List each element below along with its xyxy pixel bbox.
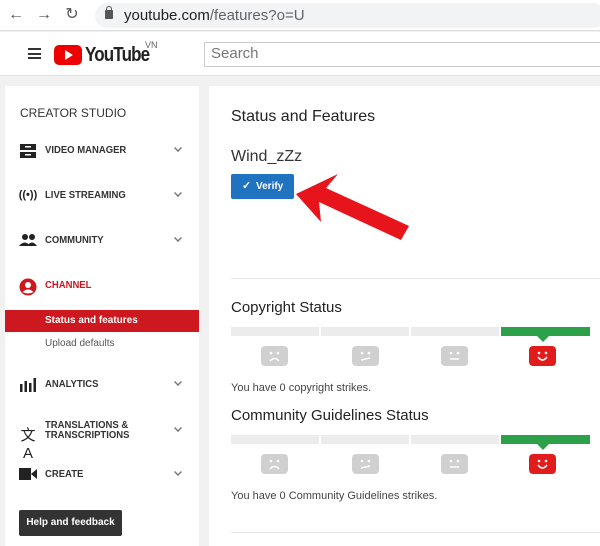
status-bar-segment-active <box>501 435 590 450</box>
uneasy-face-icon <box>352 346 379 366</box>
red-arrow-annotation <box>296 174 409 240</box>
create-video-icon <box>18 467 38 483</box>
sidebar-item-label: LIVE STREAMING <box>45 190 126 201</box>
chevron-down-icon[interactable] <box>174 468 182 476</box>
sad-face-icon <box>261 454 288 474</box>
page-title: Status and Features <box>231 108 376 125</box>
copyright-status-bar <box>231 327 590 342</box>
status-bar-segment <box>231 327 319 336</box>
happy-face-icon <box>529 454 556 474</box>
status-bar-segment <box>411 435 499 444</box>
subitem-upload-defaults[interactable]: Upload defaults <box>45 338 115 349</box>
community-icon <box>18 233 38 249</box>
sidebar-item-live-streaming[interactable]: ((•)) LIVE STREAMING <box>5 181 199 211</box>
checkmark-icon: ✓ <box>242 180 252 192</box>
browser-toolbar: ← → ↻ youtube.com/features?o=U <box>0 0 600 31</box>
logo-text: YouTube <box>85 43 150 66</box>
sidebar-title: CREATOR STUDIO <box>20 106 127 120</box>
happy-face-icon <box>529 346 556 366</box>
divider <box>231 532 600 533</box>
region-label: VN <box>145 40 158 50</box>
subitem-status-and-features[interactable]: Status and features <box>5 310 199 332</box>
chevron-down-icon[interactable] <box>174 424 182 432</box>
search-placeholder: Search <box>211 45 259 62</box>
live-streaming-icon: ((•)) <box>18 189 38 201</box>
status-bar-segment <box>321 435 409 444</box>
sidebar-item-channel[interactable]: CHANNEL <box>5 271 199 301</box>
community-status-bar <box>231 435 590 450</box>
chevron-down-icon[interactable] <box>174 189 182 197</box>
sidebar-item-label: VIDEO MANAGER <box>45 145 127 156</box>
url-host: youtube.com <box>124 7 210 24</box>
sidebar-item-translations[interactable]: 文A TRANSLATIONS & TRANSCRIPTIONS <box>5 416 199 462</box>
status-bar-segment <box>411 327 499 336</box>
search-input[interactable]: Search <box>204 42 600 67</box>
sidebar-item-analytics[interactable]: ANALYTICS <box>5 370 199 400</box>
status-bar-segment <box>321 327 409 336</box>
sidebar-item-label-line2: TRANSCRIPTIONS <box>45 430 130 441</box>
chevron-down-icon[interactable] <box>174 144 182 152</box>
sidebar-item-create[interactable]: CREATE <box>5 460 199 490</box>
arrow-left-icon[interactable]: ← <box>6 5 26 25</box>
youtube-header: YouTube VN Search <box>0 32 600 76</box>
sidebar-item-label: CHANNEL <box>45 280 92 291</box>
help-and-feedback-button[interactable]: Help and feedback <box>19 510 122 536</box>
address-bar[interactable]: youtube.com/features?o=U <box>95 3 600 28</box>
creator-studio-sidebar: CREATOR STUDIO VIDEO MANAGER ((•)) LIVE … <box>5 86 199 546</box>
channel-icon <box>18 278 38 296</box>
sad-face-icon <box>261 346 288 366</box>
verify-label: Verify <box>256 181 284 192</box>
arrow-right-icon[interactable]: → <box>34 5 54 25</box>
analytics-icon <box>18 377 38 393</box>
sidebar-item-label: ANALYTICS <box>45 379 99 390</box>
url-path: /features?o=U <box>209 7 305 24</box>
main-panel: Status and Features Wind_zZz ✓ Verify Co… <box>209 86 600 546</box>
menu-icon[interactable] <box>28 48 41 59</box>
sidebar-item-label: CREATE <box>45 469 84 480</box>
subitem-label: Status and features <box>45 315 138 326</box>
url-text: youtube.com/features?o=U <box>124 7 305 24</box>
video-manager-icon <box>18 143 38 159</box>
community-guidelines-title: Community Guidelines Status <box>231 407 429 424</box>
chevron-down-icon[interactable] <box>174 234 182 242</box>
channel-name: Wind_zZz <box>231 148 303 165</box>
status-bar-segment <box>231 435 319 444</box>
sidebar-item-label: COMMUNITY <box>45 235 104 246</box>
sidebar-item-community[interactable]: COMMUNITY <box>5 226 199 256</box>
status-bar-segment-active <box>501 327 590 342</box>
copyright-status-title: Copyright Status <box>231 299 342 316</box>
translate-icon: 文A <box>20 427 36 462</box>
copyright-strikes-text: You have 0 copyright strikes. <box>231 382 372 394</box>
divider <box>231 278 600 279</box>
neutral-face-icon <box>441 454 468 474</box>
community-strikes-text: You have 0 Community Guidelines strikes. <box>231 490 438 502</box>
sidebar-item-video-manager[interactable]: VIDEO MANAGER <box>5 136 199 166</box>
neutral-face-icon <box>441 346 468 366</box>
reload-icon[interactable]: ↻ <box>62 5 82 25</box>
verify-button[interactable]: ✓ Verify <box>231 174 294 199</box>
uneasy-face-icon <box>352 454 379 474</box>
lock-icon <box>105 6 113 19</box>
chevron-down-icon[interactable] <box>174 378 182 386</box>
play-logo-icon <box>54 45 82 65</box>
